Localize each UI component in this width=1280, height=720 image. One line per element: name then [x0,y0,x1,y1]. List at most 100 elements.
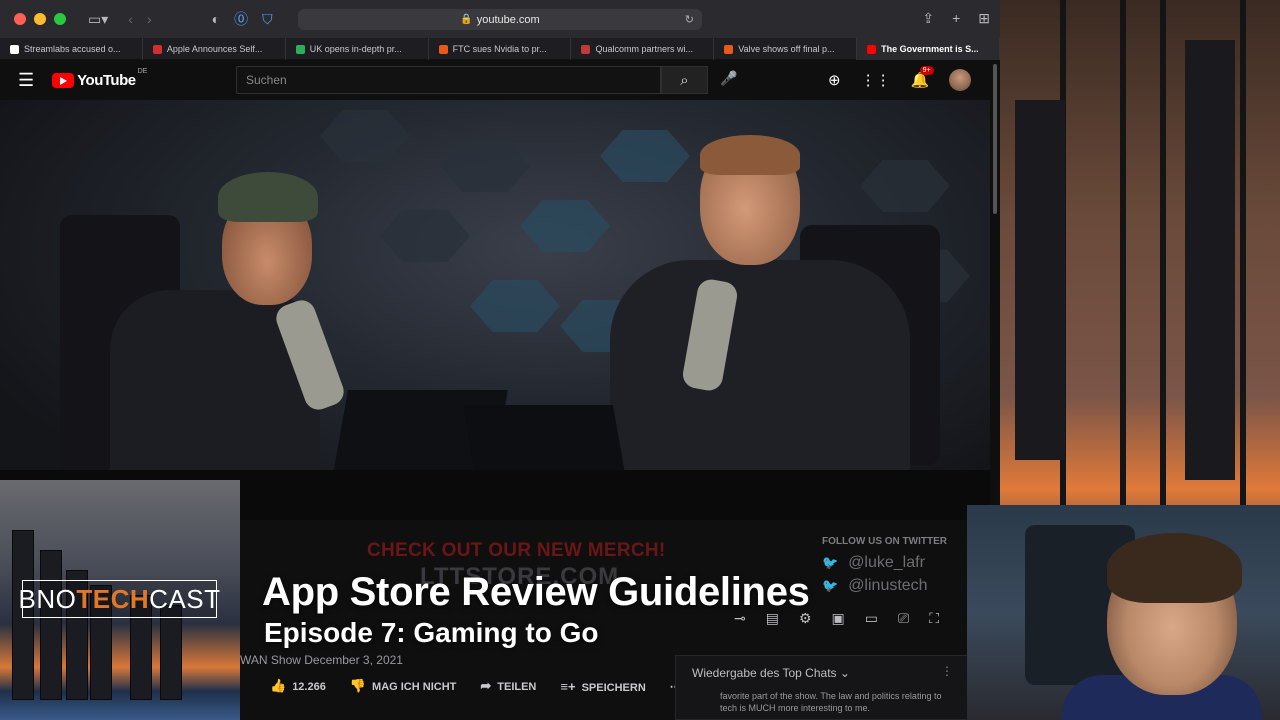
bnotechcast-logo: BNO TECH CAST [18,580,221,618]
twitter-handle: 🐦 @luke_lafr [822,554,925,572]
logo-text-bno: BNO [18,583,77,614]
notifications-bell-icon[interactable]: 🔔 9+ [911,66,934,89]
avatar[interactable] [949,69,972,91]
browser-tab[interactable]: FTC sues Nvidia to pr... [429,38,572,60]
backdrop-hexagon [520,200,610,252]
share-arrow-icon: ➦ [480,678,492,693]
cast-icon[interactable]: ⎚ [898,610,909,627]
host-right-hair [700,135,800,175]
twitter-handle-text: @linustech [848,577,928,594]
tab-label: Valve shows off final p... [738,44,835,54]
youtube-play-icon [52,72,75,88]
address-bar[interactable]: 🔒 youtube.com ↻ [298,9,702,30]
theater-mode-icon[interactable]: ▭ [865,610,878,627]
scrollbar-thumb[interactable] [993,64,997,214]
chat-mode-selector[interactable]: Wiedergabe des Top Chats ⌄ [692,666,850,680]
share-icon[interactable]: ⇪ [922,10,934,27]
server-rack [160,605,182,700]
host-left-beanie [218,172,318,222]
backdrop-hexagon [470,280,560,332]
dislike-label: MAG ICH NICHT [372,681,457,693]
scene-pillar [1240,0,1246,520]
chat-mode-label: Wiedergabe des Top Chats [692,666,837,680]
menu-icon[interactable]: ☰ [18,70,34,91]
browser-tab[interactable]: Apple Announces Self... [143,38,286,60]
shield-icon[interactable]: ◐ [212,11,220,27]
tab-label: Apple Announces Self... [166,44,263,54]
live-chat-replay: Wiedergabe des Top Chats ⌄ ⋮ favorite pa… [675,655,970,720]
country-code: DE [137,67,148,75]
backdrop-hexagon [380,210,470,262]
new-tab-icon[interactable]: + [952,10,960,27]
save-button[interactable]: ≡+ SPEICHERN [560,679,645,694]
merch-promo-line: CHECK OUT OUR NEW MERCH! [367,540,666,561]
search-button[interactable]: ⌕ [661,66,708,94]
tab-favicon-icon [295,44,305,54]
scene-server-rack [1015,100,1065,460]
backdrop-hexagon [440,140,530,192]
tab-bar: Streamlabs accused o... Apple Announces S… [0,38,1000,60]
youtube-logo[interactable]: YouTube DE [52,68,147,89]
screen: ▭▾ ‹ › ◐ ⓪ ⛉ 🔒 youtube.com ↻ ⇪ + ⊞ Strea… [0,0,1280,720]
window-controls [14,13,66,25]
share-label: TEILEN [497,681,537,693]
password-manager-icon[interactable]: ⓪ [234,9,248,29]
episode-title: App Store Review Guidelines [262,570,810,614]
browser-tab[interactable]: Qualcomm partners wi... [571,38,715,60]
video-actions: 👍 12.266 👎 MAG ICH NICHT ➦ TEILEN ≡+ SPEICHE… [270,678,681,694]
twitter-handle: 🐦 @linustech [822,577,928,595]
youtube-header: ☰ YouTube DE Suchen ⌕ 🎤 ⊕ ⋮⋮ 🔔 9+ [0,60,1000,100]
twitter-follow-label: FOLLOW US ON TWITTER [822,536,947,547]
back-icon[interactable]: ‹ [128,11,133,27]
webcam-feed [967,505,1280,720]
reload-icon[interactable]: ↻ [685,13,694,26]
scene-pillar [1160,0,1166,520]
search-input[interactable]: Suchen [236,66,661,94]
thumbs-up-icon: 👍 [270,678,287,693]
create-video-icon[interactable]: ⊕ [828,71,841,89]
logo-text-tech: TECH [76,583,150,614]
logo-text-cast: CAST [149,583,221,614]
browser-tab[interactable]: UK opens in-depth pr... [286,38,429,60]
backdrop-hexagon [860,160,950,212]
apps-grid-icon[interactable]: ⋮⋮ [861,71,891,89]
youtube-wordmark: YouTube [77,71,136,89]
tab-favicon-icon [438,44,448,54]
like-button[interactable]: 👍 12.266 [270,678,326,694]
tab-label: Streamlabs accused o... [24,44,121,54]
like-count: 12.266 [292,681,326,693]
twitter-handle-text: @luke_lafr [848,554,925,571]
tab-overview-icon[interactable]: ⊞ [978,10,990,27]
video-player[interactable] [0,100,990,520]
tab-favicon-icon [867,44,877,54]
zoom-window-button[interactable] [54,13,66,25]
playlist-add-icon: ≡+ [560,678,576,694]
browser-tab[interactable]: The Government is S... [857,38,1000,60]
microphone-icon[interactable]: 🎤 [720,70,737,87]
forward-icon[interactable]: › [147,11,152,27]
browser-tab[interactable]: Valve shows off final p... [714,38,858,60]
tab-label: UK opens in-depth pr... [309,44,402,54]
tab-favicon-icon [581,44,591,54]
miniplayer-icon[interactable]: ▣ [832,610,845,627]
url-text: youtube.com [476,13,540,26]
tab-favicon-icon [152,44,162,54]
privacy-shield-icon[interactable]: ⛉ [262,11,273,28]
thumbs-down-icon: 👎 [349,678,367,693]
episode-subtitle: Episode 7: Gaming to Go [264,617,599,648]
browser-toolbar: ▭▾ ‹ › ◐ ⓪ ⛉ 🔒 youtube.com ↻ ⇪ + ⊞ [0,0,1000,38]
header-actions: ⊕ ⋮⋮ 🔔 9+ [828,66,972,91]
minimize-window-button[interactable] [34,13,46,25]
host-right-body [610,260,910,490]
save-label: SPEICHERN [581,681,646,694]
chat-menu-icon[interactable]: ⋮ [941,664,953,678]
tab-label: Qualcomm partners wi... [595,44,693,54]
dislike-button[interactable]: 👎 MAG ICH NICHT [350,678,457,694]
sidebar-toggle-icon[interactable]: ▭▾ [88,11,108,28]
close-window-button[interactable] [14,13,26,25]
twitter-bird-icon: 🐦 [822,555,839,570]
browser-tab[interactable]: Streamlabs accused o... [0,38,143,60]
fullscreen-icon[interactable]: ⛶ [929,610,939,627]
notification-badge: 9+ [919,66,934,75]
share-button[interactable]: ➦ TEILEN [480,678,536,694]
